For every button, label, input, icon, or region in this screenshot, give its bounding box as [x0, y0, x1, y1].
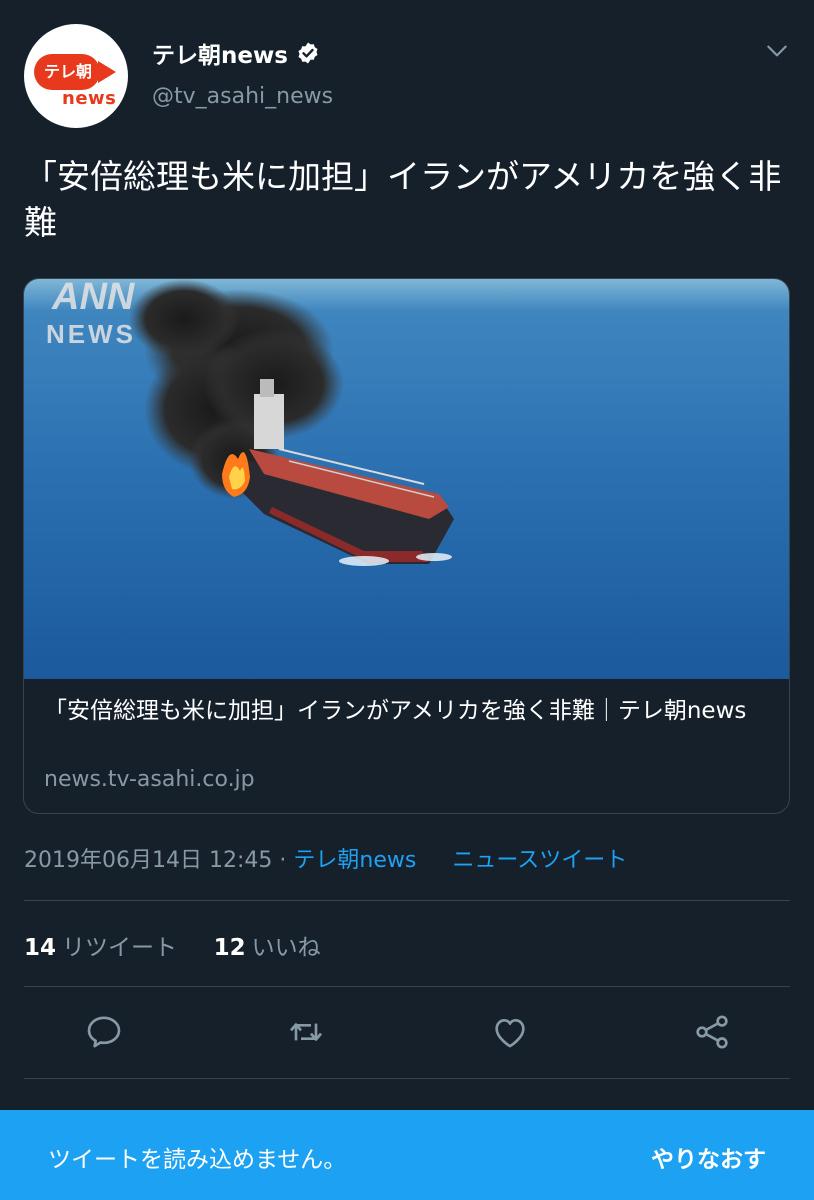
retry-button[interactable]: やりなおす — [651, 1140, 766, 1174]
error-banner: ツイートを読み込めません。 やりなおす — [0, 1110, 814, 1200]
display-name[interactable]: テレ朝news — [152, 36, 288, 70]
card-image[interactable]: ANN NEWS — [24, 279, 790, 679]
source-link[interactable]: テレ朝news — [293, 848, 416, 873]
chevron-down-icon[interactable] — [764, 38, 790, 64]
tweet-meta: 2019年06月14日 12:45 · テレ朝news ニュースツイート — [24, 842, 627, 874]
like-icon[interactable] — [490, 1012, 530, 1052]
like-stat[interactable]: 12 いいね — [214, 935, 321, 961]
timestamp[interactable]: 2019年06月14日 12:45 — [24, 848, 272, 873]
retweet-count: 14 — [24, 935, 57, 961]
verified-badge-icon — [298, 42, 318, 64]
link-card[interactable]: ANN NEWS 「安倍総理も米に加担」イランがアメリカを強く非難｜テレ朝new… — [23, 278, 790, 814]
image-watermark-top: ANN — [51, 279, 136, 318]
user-handle[interactable]: @tv_asahi_news — [152, 84, 333, 109]
like-count: 12 — [213, 935, 246, 961]
error-message: ツイートを読み込めません。 — [48, 1147, 347, 1173]
like-label: いいね — [251, 935, 321, 961]
avatar-logo-text: テレ朝 — [44, 62, 93, 81]
reply-icon[interactable] — [84, 1012, 124, 1052]
image-watermark-bottom: NEWS — [46, 319, 136, 349]
retweet-label: リツイート — [62, 935, 178, 961]
tweet-text: 「安倍総理も米に加担」イランがアメリカを強く非難 — [24, 157, 782, 242]
avatar-logo-badge: テレ朝 — [34, 54, 100, 90]
action-bar — [24, 1004, 790, 1064]
retweet-stat[interactable]: 14 リツイート — [24, 935, 177, 961]
play-icon — [98, 61, 116, 83]
divider — [24, 1078, 790, 1079]
divider — [24, 900, 790, 901]
tweet-header: テレ朝 news テレ朝news @tv_asahi_news — [24, 24, 790, 128]
share-icon[interactable] — [692, 1012, 732, 1052]
avatar[interactable]: テレ朝 news — [24, 24, 128, 128]
tweet-stats: 14 リツイート 12 いいね — [24, 928, 321, 962]
avatar-logo-subtext: news — [62, 88, 117, 109]
category-link[interactable]: ニュースツイート — [452, 848, 627, 873]
retweet-icon[interactable] — [286, 1012, 326, 1052]
display-name-row[interactable]: テレ朝news — [152, 36, 320, 70]
card-title[interactable]: 「安倍総理も米に加担」イランがアメリカを強く非難｜テレ朝news — [44, 693, 774, 729]
divider — [24, 986, 790, 987]
meta-separator: · — [279, 848, 287, 873]
card-domain: news.tv-asahi.co.jp — [44, 767, 255, 792]
